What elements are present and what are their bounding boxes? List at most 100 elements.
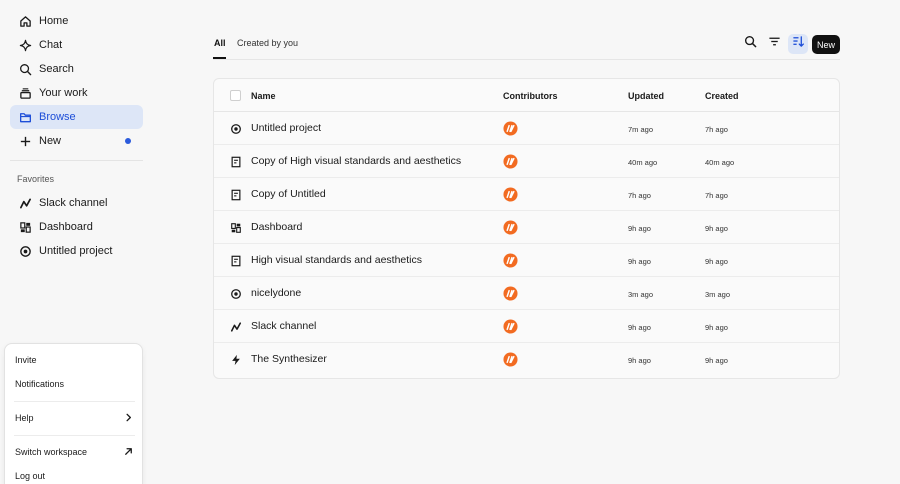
- account-menu: Invite Notifications Help Switch workspa…: [4, 343, 143, 484]
- search-button[interactable]: [740, 34, 760, 54]
- table-row[interactable]: Dashboard 9h ago 9h ago: [214, 211, 839, 244]
- search-icon: [744, 35, 757, 53]
- row-created: 9h ago: [705, 356, 728, 365]
- menu-divider: [14, 401, 135, 402]
- items-table: Name Contributors Updated Created Untitl…: [213, 78, 840, 379]
- favorite-item-untitled-project[interactable]: Untitled project: [10, 239, 143, 263]
- row-updated: 7h ago: [628, 191, 651, 200]
- table-header: Name Contributors Updated Created: [214, 79, 839, 112]
- contributor-avatar: [503, 352, 518, 367]
- nav-label: Your work: [39, 87, 88, 99]
- row-name: Slack channel: [251, 320, 317, 332]
- contributor-avatar: [503, 286, 518, 301]
- filter-icon: [768, 35, 781, 53]
- column-header-name[interactable]: Name: [251, 91, 276, 101]
- table-row[interactable]: nicelydone 3m ago 3m ago: [214, 277, 839, 310]
- bolt-icon: [229, 353, 242, 366]
- column-header-created[interactable]: Created: [705, 91, 739, 101]
- column-header-updated[interactable]: Updated: [628, 91, 664, 101]
- table-row[interactable]: Untitled project 7m ago 7h ago: [214, 112, 839, 145]
- favorites-heading: Favorites: [17, 174, 55, 184]
- contributor-avatar: [503, 121, 518, 136]
- nav-item-home[interactable]: Home: [10, 9, 143, 33]
- contributor-avatar: [503, 220, 518, 235]
- new-button[interactable]: New: [812, 35, 840, 54]
- contributor-avatar: [503, 319, 518, 334]
- menu-item-invite[interactable]: Invite: [5, 350, 144, 370]
- favorite-item-slack-channel[interactable]: Slack channel: [10, 191, 143, 215]
- plus-icon: [11, 135, 39, 148]
- chevron-right-icon: [123, 412, 134, 425]
- menu-item-label: Notifications: [15, 379, 65, 389]
- filter-button[interactable]: [764, 34, 784, 54]
- menu-item-label: Invite: [15, 355, 37, 365]
- target-icon: [229, 122, 242, 135]
- row-name: Untitled project: [251, 122, 322, 134]
- contributor-avatar: [503, 187, 518, 202]
- row-created: 9h ago: [705, 224, 728, 233]
- row-updated: 9h ago: [628, 323, 651, 332]
- document-icon: [229, 155, 242, 168]
- tab-all[interactable]: All: [214, 38, 226, 48]
- row-created: 7h ago: [705, 191, 728, 200]
- row-updated: 9h ago: [628, 224, 651, 233]
- target-icon: [11, 245, 39, 258]
- nav-item-new[interactable]: New: [10, 129, 143, 153]
- row-name: High visual standards and aesthetics: [251, 254, 423, 266]
- sort-button[interactable]: [788, 34, 808, 54]
- row-created: 9h ago: [705, 323, 728, 332]
- favorite-label: Dashboard: [39, 221, 93, 233]
- column-header-contributors[interactable]: Contributors: [503, 91, 558, 101]
- stack-icon: [11, 87, 39, 100]
- menu-item-switch-workspace[interactable]: Switch workspace: [5, 442, 144, 462]
- document-icon: [229, 254, 242, 267]
- nav-label: Search: [39, 63, 74, 75]
- nav-item-browse[interactable]: Browse: [10, 105, 143, 129]
- target-icon: [229, 287, 242, 300]
- sparkle-icon: [11, 39, 39, 52]
- home-icon: [11, 15, 39, 28]
- dashboard-icon: [11, 221, 39, 234]
- row-name: The Synthesizer: [251, 353, 327, 365]
- row-created: 7h ago: [705, 125, 728, 134]
- row-created: 40m ago: [705, 158, 735, 167]
- search-icon: [11, 63, 39, 76]
- menu-item-log-out[interactable]: Log out: [5, 466, 144, 484]
- table-row[interactable]: The Synthesizer 9h ago 9h ago: [214, 343, 839, 376]
- nav-label: Chat: [39, 39, 63, 51]
- favorite-item-dashboard[interactable]: Dashboard: [10, 215, 143, 239]
- nav-item-your-work[interactable]: Your work: [10, 81, 143, 105]
- table-row[interactable]: Copy of High visual standards and aesthe…: [214, 145, 839, 178]
- menu-item-label: Log out: [15, 471, 46, 481]
- select-all-checkbox[interactable]: [230, 90, 241, 101]
- row-created: 3m ago: [705, 290, 731, 299]
- row-updated: 9h ago: [628, 257, 651, 266]
- folder-icon: [11, 111, 39, 124]
- row-name: nicelydone: [251, 287, 302, 299]
- tab-created-by-you[interactable]: Created by you: [237, 38, 298, 48]
- nav-item-chat[interactable]: Chat: [10, 33, 143, 57]
- row-updated: 7m ago: [628, 125, 654, 134]
- contributor-avatar: [503, 253, 518, 268]
- arrow-up-right-icon: [123, 446, 134, 459]
- nav-label: Home: [39, 15, 69, 27]
- row-updated: 40m ago: [628, 158, 658, 167]
- row-updated: 9h ago: [628, 356, 651, 365]
- table-row[interactable]: Copy of Untitled 7h ago 7h ago: [214, 178, 839, 211]
- favorite-label: Untitled project: [39, 245, 113, 257]
- menu-item-label: Switch workspace: [15, 447, 88, 457]
- nav-label: New: [39, 135, 62, 147]
- row-created: 9h ago: [705, 257, 728, 266]
- favorite-label: Slack channel: [39, 197, 108, 209]
- menu-item-label: Help: [15, 413, 34, 423]
- row-name: Copy of Untitled: [251, 188, 326, 200]
- table-row[interactable]: High visual standards and aesthetics 9h …: [214, 244, 839, 277]
- menu-item-help[interactable]: Help: [5, 408, 144, 428]
- notification-dot: [125, 138, 131, 144]
- menu-divider: [14, 435, 135, 436]
- table-row[interactable]: Slack channel 9h ago 9h ago: [214, 310, 839, 343]
- dashboard-icon: [229, 221, 242, 234]
- contributor-avatar: [503, 154, 518, 169]
- menu-item-notifications[interactable]: Notifications: [5, 374, 144, 394]
- nav-item-search[interactable]: Search: [10, 57, 143, 81]
